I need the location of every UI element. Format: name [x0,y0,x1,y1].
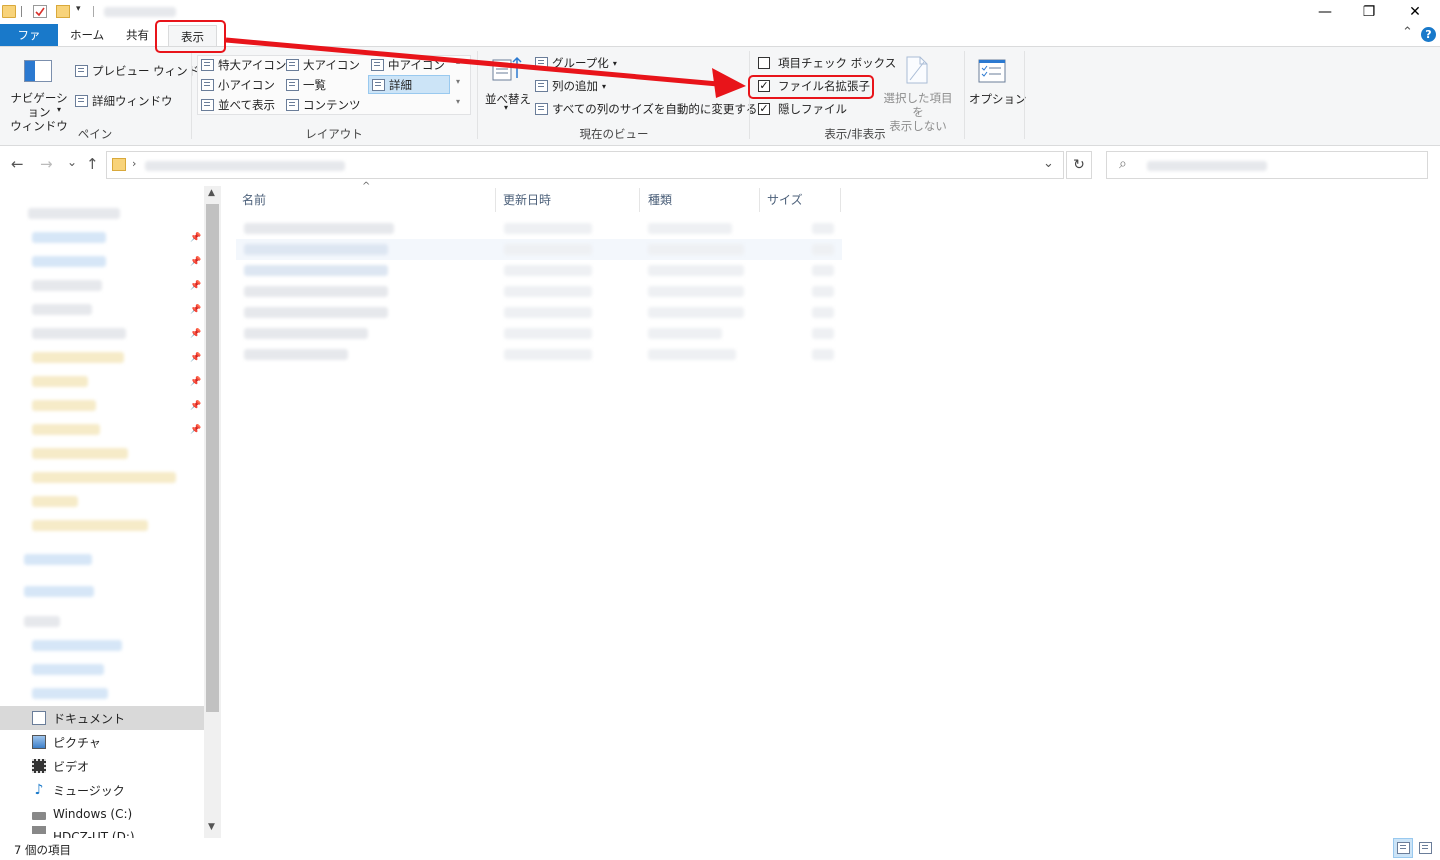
annotation-arrow [225,37,746,98]
